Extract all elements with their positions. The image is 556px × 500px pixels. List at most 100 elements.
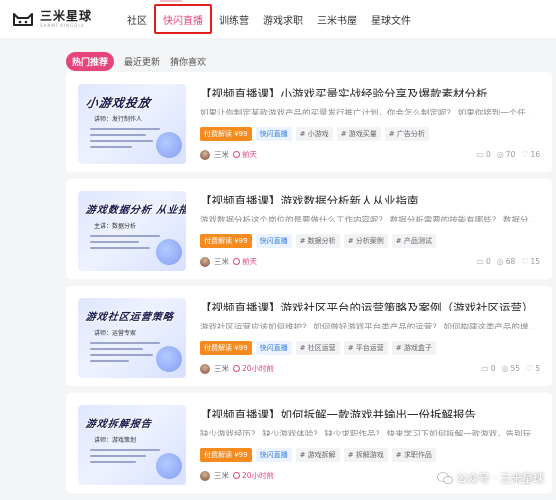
post-time: 20小时前 <box>242 364 275 373</box>
topic-tag[interactable]: # 游戏买量 <box>336 127 381 141</box>
topic-tag[interactable]: # 求职作品 <box>391 448 436 462</box>
thumbnail-outline <box>90 128 160 152</box>
comment-icon: ▭ <box>476 150 484 159</box>
view-count: 70 <box>505 150 516 159</box>
topic-tag[interactable]: # 平台运营 <box>343 341 388 355</box>
like-count: 16 <box>530 150 540 159</box>
author-name[interactable]: 三米 <box>214 149 229 160</box>
nav-indicator <box>160 0 182 2</box>
topic-tag[interactable]: # 小游戏 <box>295 127 333 141</box>
course-title[interactable]: 【视频直播课】小游戏买量实战经验分享及爆款素材分析 <box>200 86 540 97</box>
live-tag[interactable]: 快闪直播 <box>255 341 292 355</box>
topic-tag[interactable]: # 数据分析 <box>295 234 340 248</box>
live-tag[interactable]: 快闪直播 <box>255 448 292 462</box>
site-logo[interactable]: 三米星球 SANMI XINGQIU <box>12 10 120 28</box>
course-card[interactable]: 游戏社区运营策略 讲师：运营专家 【视频直播课】游戏社区平台的运营策略及案例（游… <box>66 286 552 386</box>
main-nav: 社区 快闪直播 训练营 游戏求职 三米书屋 星球文件 <box>120 0 418 38</box>
nav-bookstore[interactable]: 三米书屋 <box>310 0 364 38</box>
comment-count: 0 <box>485 150 491 159</box>
thumbnail-title: 小游戏投放 <box>84 96 152 110</box>
thumbnail-title: 游戏社区运营策略 <box>84 312 175 323</box>
course-title[interactable]: 【视频直播课】如何拆解一款游戏并输出一份拆解报告 <box>200 407 540 418</box>
thumbnail-decoration <box>156 132 182 158</box>
clock-icon <box>233 258 240 265</box>
eye-icon: ◎ <box>496 150 504 159</box>
course-thumbnail[interactable]: 游戏数据分析 从业指南（三） 主讲：数据分析 <box>78 191 186 271</box>
thumbnail-title: 游戏数据分析 从业指南（三） <box>84 205 186 216</box>
thumbnail-subtitle: 讲师：运营专家 <box>94 330 137 337</box>
comment-icon: ▭ <box>481 364 489 373</box>
eye-icon: ◎ <box>496 257 504 266</box>
avatar[interactable] <box>200 470 210 481</box>
course-thumbnail[interactable]: 小游戏投放 讲师：发行制作人 <box>78 84 186 164</box>
wechat-watermark: 公众号 · 三米星球 <box>436 470 545 486</box>
thumbs-up-icon[interactable]: ♡ <box>521 257 528 266</box>
thumbnail-subtitle: 主讲：数据分析 <box>94 223 137 230</box>
price-tag[interactable]: 付费解读 ¥99 <box>200 341 252 355</box>
course-title[interactable]: 【视频直播课】游戏数据分析新人从业指南 <box>200 193 540 204</box>
tab-recommended[interactable]: 猜你喜欢 <box>170 55 206 68</box>
eye-icon: ◎ <box>501 364 509 373</box>
wechat-icon <box>436 472 453 484</box>
tab-hot[interactable]: 热门推荐 <box>66 51 115 71</box>
nav-planet-files[interactable]: 星球文件 <box>364 0 418 38</box>
clock-icon <box>233 472 240 479</box>
course-title[interactable]: 【视频直播课】游戏社区平台的运营策略及案例（游戏社区运营） <box>200 300 540 311</box>
cat-logo-icon <box>13 13 33 26</box>
nav-game-jobs[interactable]: 游戏求职 <box>256 0 310 38</box>
course-description: 缺少游戏经历？ 缺少游戏体验？ 缺少求职作品？ 快来学习下如何拆解一款游戏，告别… <box>200 429 540 436</box>
price-tag[interactable]: 付费解读 ¥99 <box>200 448 252 462</box>
tab-recent[interactable]: 最近更新 <box>124 55 160 68</box>
price-tag[interactable]: 付费解读 ¥99 <box>200 127 252 141</box>
post-time: 20小时前 <box>242 471 275 480</box>
course-description: 如果让你制定某款游戏产品的买量发行推广计划，你会怎么制定呢？ 如果你接到一个任务… <box>200 108 540 115</box>
avatar[interactable] <box>200 363 210 374</box>
comment-icon: ▭ <box>476 257 484 266</box>
author-name[interactable]: 三米 <box>214 256 229 267</box>
like-count: 15 <box>530 257 540 266</box>
clock-icon <box>233 365 240 372</box>
view-count: 68 <box>505 257 516 266</box>
topic-tag[interactable]: # 拆解游戏 <box>343 448 388 462</box>
course-list: 小游戏投放 讲师：发行制作人 【视频直播课】小游戏买量实战经验分享及爆款素材分析… <box>66 72 552 500</box>
course-card[interactable]: 游戏数据分析 从业指南（三） 主讲：数据分析 【视频直播课】游戏数据分析新人从业… <box>66 179 552 279</box>
post-time: 前天 <box>242 257 257 266</box>
thumbnail-subtitle: 讲师：游戏策划 <box>94 437 137 444</box>
avatar[interactable] <box>200 256 210 267</box>
nav-flash-live[interactable]: 快闪直播 <box>154 4 212 34</box>
thumbnail-outline <box>90 342 160 366</box>
course-card[interactable]: 小游戏投放 讲师：发行制作人 【视频直播课】小游戏买量实战经验分享及爆款素材分析… <box>66 72 552 172</box>
author-name[interactable]: 三米 <box>214 470 229 481</box>
topic-tag[interactable]: # 产品测试 <box>391 234 436 248</box>
topic-tag[interactable]: # 广告分析 <box>384 127 429 141</box>
avatar[interactable] <box>200 149 210 160</box>
thumbnail-decoration <box>156 453 182 479</box>
live-tag[interactable]: 快闪直播 <box>255 234 292 248</box>
comment-count: 0 <box>490 364 496 373</box>
logo-name: 三米星球 <box>40 9 93 23</box>
watermark-text: 公众号 · 三米星球 <box>456 472 545 485</box>
thumbnail-subtitle: 讲师：发行制作人 <box>94 116 143 123</box>
topic-tag[interactable]: # 社区运营 <box>295 341 340 355</box>
thumbs-up-icon[interactable]: ♡ <box>521 150 528 159</box>
course-thumbnail[interactable]: 游戏拆解报告 讲师：游戏策划 <box>78 405 186 485</box>
thumbnail-decoration <box>156 239 182 265</box>
nav-community[interactable]: 社区 <box>120 0 154 38</box>
nav-training-camp[interactable]: 训练营 <box>212 0 256 38</box>
course-description: 游戏数据分析这个岗位的是要做什么工作内容呢？ 数据分析需要的技能有哪些？ 数据分… <box>200 215 540 222</box>
topic-tag[interactable]: # 游戏盒子 <box>391 341 436 355</box>
post-time: 前天 <box>242 150 257 159</box>
price-tag[interactable]: 付费解读 ¥99 <box>200 234 252 248</box>
course-thumbnail[interactable]: 游戏社区运营策略 讲师：运营专家 <box>78 298 186 378</box>
live-tag[interactable]: 快闪直播 <box>255 127 292 141</box>
topic-tag[interactable]: # 分析案例 <box>343 234 388 248</box>
comment-count: 0 <box>485 257 491 266</box>
author-name[interactable]: 三米 <box>214 363 229 374</box>
filter-tabs: 热门推荐 最近更新 猜你喜欢 <box>0 38 556 72</box>
view-count: 55 <box>510 364 521 373</box>
like-count: 5 <box>535 364 540 373</box>
thumbs-up-icon[interactable]: ♡ <box>526 364 533 373</box>
topic-tag[interactable]: # 游戏拆解 <box>295 448 340 462</box>
thumbnail-decoration <box>156 346 182 372</box>
top-navbar: 三米星球 SANMI XINGQIU 社区 快闪直播 训练营 游戏求职 三米书屋… <box>0 0 556 38</box>
